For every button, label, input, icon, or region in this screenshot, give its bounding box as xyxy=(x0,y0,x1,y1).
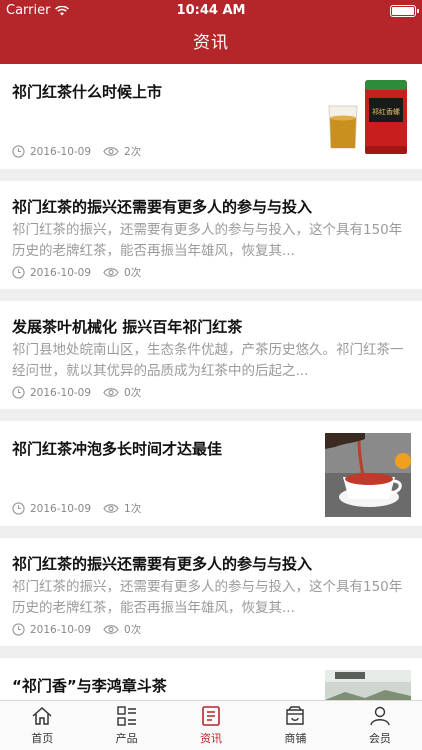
tab-products[interactable]: 产品 xyxy=(84,701,168,750)
news-views: 1次 xyxy=(124,503,142,515)
tab-label: 商铺 xyxy=(284,732,307,745)
news-meta: 2016-10-09 0次 xyxy=(12,385,141,400)
header: Carrier 10:44 AM 资讯 xyxy=(0,0,422,64)
news-title: 祁门红茶冲泡多长时间才达最佳 xyxy=(12,440,223,458)
news-meta: 2016-10-09 0次 xyxy=(12,622,141,637)
tea-garden-image xyxy=(325,670,411,700)
news-thumbnail: 祁红香螺 xyxy=(325,76,411,160)
tab-home[interactable]: 首页 xyxy=(0,701,84,750)
news-date: 2016-10-09 xyxy=(30,145,92,158)
tab-shop[interactable]: 商铺 xyxy=(253,701,337,750)
news-icon xyxy=(202,706,220,726)
clock-icon xyxy=(12,502,25,515)
news-summary: 祁门县地处皖南山区，生态条件优越，产茶历史悠久。祁门红茶一经问世，就以其优异的品… xyxy=(12,342,404,379)
news-title: 祁门红茶的振兴还需要有更多人的参与与投入 xyxy=(12,198,313,216)
news-views: 0次 xyxy=(124,624,142,636)
tea-pour-image xyxy=(325,433,411,517)
news-list: 祁门红茶什么时候上市 2016-10-09 2次 祁红香螺 祁门红茶的振兴还需要… xyxy=(0,64,422,700)
news-thumbnail xyxy=(325,433,411,517)
news-views: 2次 xyxy=(124,146,142,158)
news-item[interactable]: 祁门红茶的振兴还需要有更多人的参与与投入 祁门红茶的振兴，还需要有更多人的参与与… xyxy=(0,538,422,646)
tin-label: 祁红香螺 xyxy=(372,107,400,116)
news-summary: 祁门红茶的振兴，还需要有更多人的参与与投入，这个具有150年历史的老牌红茶，能否… xyxy=(12,579,403,616)
news-meta: 2016-10-09 2次 xyxy=(12,144,141,159)
tab-label: 首页 xyxy=(31,732,54,745)
nav-bar: 资讯 xyxy=(0,22,422,64)
tab-label: 产品 xyxy=(115,732,138,745)
status-bar: Carrier 10:44 AM xyxy=(0,0,422,22)
app-root: Carrier 10:44 AM 资讯 祁门红茶什么时候上市 2016-10-0… xyxy=(0,0,422,750)
news-meta: 2016-10-09 0次 xyxy=(12,265,141,280)
clock-icon xyxy=(12,145,25,158)
eye-icon xyxy=(103,147,119,156)
tab-label: 资讯 xyxy=(200,732,223,745)
news-title: 祁门红茶的振兴还需要有更多人的参与与投入 xyxy=(12,555,313,573)
news-item[interactable]: 祁门红茶的振兴还需要有更多人的参与与投入 祁门红茶的振兴，还需要有更多人的参与与… xyxy=(0,181,422,289)
news-date: 2016-10-09 xyxy=(30,386,92,399)
news-summary: 祁门红茶的振兴，还需要有更多人的参与与投入，这个具有150年历史的老牌红茶，能否… xyxy=(12,222,403,259)
shop-icon xyxy=(286,706,305,725)
news-item[interactable]: 发展茶叶机械化 振兴百年祁门红茶 祁门县地处皖南山区，生态条件优越，产茶历史悠久… xyxy=(0,301,422,409)
page-title: 资讯 xyxy=(193,33,229,53)
news-thumbnail xyxy=(325,670,411,700)
news-item[interactable]: 祁门红茶冲泡多长时间才达最佳 2016-10-09 1次 xyxy=(0,421,422,526)
news-title: 祁门红茶什么时候上市 xyxy=(12,83,163,101)
tab-news[interactable]: 资讯 xyxy=(169,701,253,750)
news-views: 0次 xyxy=(124,267,142,279)
eye-icon xyxy=(103,268,119,277)
news-date: 2016-10-09 xyxy=(30,623,92,636)
tab-bar: 首页 产品 资讯 商铺 会员 xyxy=(0,700,422,750)
eye-icon xyxy=(103,504,119,513)
news-meta: 2016-10-09 1次 xyxy=(12,501,141,516)
news-date: 2016-10-09 xyxy=(30,266,92,279)
clock-icon xyxy=(12,266,25,279)
clock-icon xyxy=(12,623,25,636)
news-views: 0次 xyxy=(124,387,142,399)
home-icon xyxy=(32,706,52,725)
clock: 10:44 AM xyxy=(176,3,246,18)
product-grid-icon xyxy=(116,706,136,726)
tea-tin-image: 祁红香螺 xyxy=(325,76,411,160)
eye-icon xyxy=(103,388,119,397)
battery-icon xyxy=(390,5,419,17)
clock-icon xyxy=(12,386,25,399)
news-title: “祁门香”与李鸿章斗茶 xyxy=(12,677,167,695)
news-title: 发展茶叶机械化 振兴百年祁门红茶 xyxy=(12,318,243,336)
news-item[interactable]: 祁门红茶什么时候上市 2016-10-09 2次 祁红香螺 xyxy=(0,64,422,169)
user-icon xyxy=(370,706,390,726)
tab-member[interactable]: 会员 xyxy=(338,701,422,750)
tab-label: 会员 xyxy=(368,732,391,745)
eye-icon xyxy=(103,625,119,634)
news-item[interactable]: “祁门香”与李鸿章斗茶 xyxy=(0,658,422,700)
news-date: 2016-10-09 xyxy=(30,502,92,515)
